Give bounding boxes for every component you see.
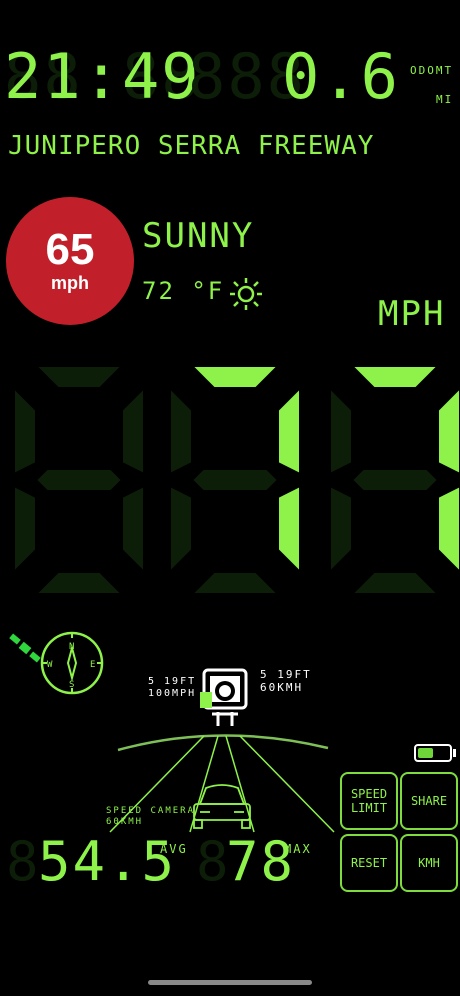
share-button[interactable]: SHARE (400, 772, 458, 830)
speed-unit: MPH (378, 294, 446, 334)
segment-a (189, 365, 281, 389)
segment-f (13, 385, 37, 476)
compass-s: S (69, 680, 77, 690)
kmh-button[interactable]: KMH (400, 834, 458, 892)
battery-icon (414, 744, 452, 762)
camera-left-info: 5 19FT 100MPH (148, 676, 197, 699)
speedometer-display (13, 365, 460, 595)
segment-d (33, 571, 125, 595)
avg-speed: 54.5 (38, 830, 177, 893)
clock: 21:49 (4, 40, 201, 113)
segment-c (121, 484, 145, 575)
segment-g (190, 468, 280, 492)
segment-c (437, 484, 460, 574)
odometer-label: ODOMT (410, 64, 454, 77)
segment-d (189, 571, 281, 595)
avg-ghost: 8 (6, 830, 41, 893)
compass-e: E (90, 660, 98, 670)
weather-condition: SUNNY (142, 216, 255, 256)
max-label: MAX (284, 842, 312, 856)
speed-limit-value: 65 (45, 225, 95, 274)
road-name: JUNIPERO SERRA FREEWAY (8, 131, 375, 161)
battery-tip (453, 749, 456, 757)
segment-f (329, 385, 353, 476)
compass-w: W (47, 660, 55, 670)
reset-button[interactable]: RESET (340, 834, 398, 892)
speed-digit-0 (13, 365, 145, 595)
segment-f (169, 385, 193, 476)
speed-digit-1 (169, 365, 301, 595)
segment-g (34, 468, 124, 492)
segment-a (33, 365, 125, 389)
camera-right-info: 5 19FT 60KMH (260, 668, 312, 694)
segment-e (13, 484, 37, 575)
segment-a (349, 365, 441, 389)
odometer-value: 0.6 (282, 40, 400, 113)
satellite-icon (9, 633, 41, 663)
weather-temperature: 72 °F (142, 277, 225, 305)
sun-icon (230, 278, 262, 310)
segment-d (349, 571, 441, 595)
camera-label: SPEED CAMERA 60KMH (106, 806, 196, 827)
segment-g (350, 468, 440, 492)
segment-e (169, 484, 193, 575)
segment-c (277, 484, 301, 575)
compass-n: N (69, 642, 77, 652)
home-indicator[interactable] (148, 980, 312, 985)
segment-b (121, 385, 145, 476)
speed-camera-icon (200, 668, 248, 726)
segment-e (329, 484, 353, 575)
segment-b (277, 385, 301, 476)
segment-b (437, 386, 460, 476)
speed-limit-unit: mph (51, 273, 89, 293)
avg-label: AVG (160, 842, 188, 856)
speed-limit-sign: 65 mph (6, 197, 134, 325)
speed-digit-2 (329, 365, 460, 595)
odometer-unit: MI (436, 93, 454, 106)
speed-limit-button[interactable]: SPEED LIMIT (340, 772, 398, 830)
